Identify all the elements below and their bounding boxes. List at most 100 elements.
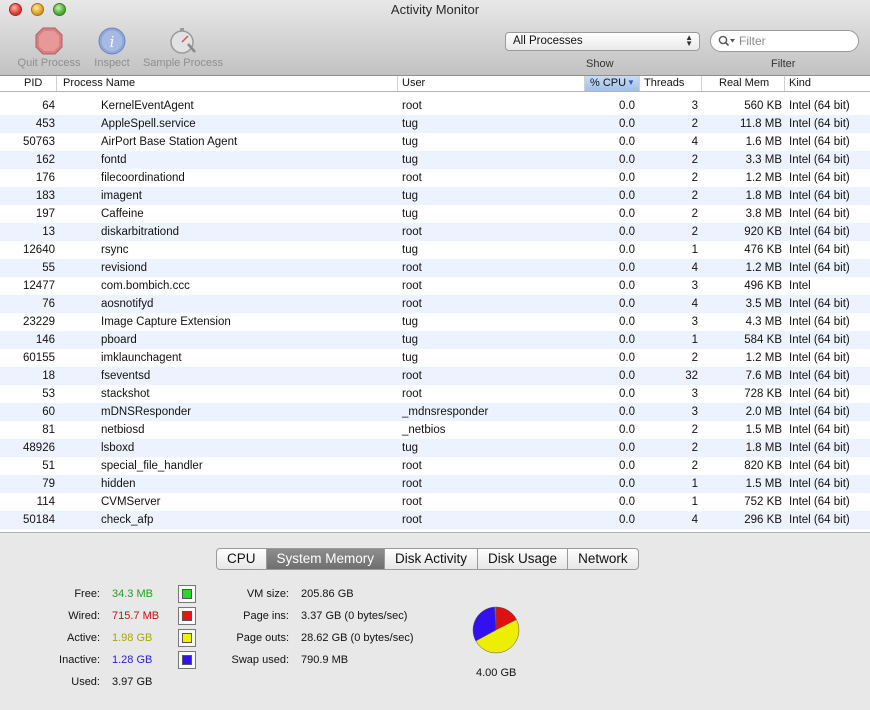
user-cell: tug — [402, 136, 418, 148]
table-row[interactable]: 146 pboard tug 0.0 1 584 KB Intel (64 bit) — [0, 331, 870, 349]
table-row[interactable]: 64 KernelEventAgent root 0.0 3 560 KB Intel (6… — [0, 97, 870, 115]
pid-cell: 13 — [42, 226, 55, 238]
table-row[interactable]: 50184 check_afp root 0.0 4 296 KB Intel (64 bi… — [0, 511, 870, 529]
table-row[interactable]: 76 aosnotifyd root 0.0 4 3.5 MB Intel (64 bit) — [0, 295, 870, 313]
cpu-cell: 0.0 — [619, 352, 635, 364]
real-mem-cell: 7.6 MB — [745, 370, 782, 382]
process-name-cell: filecoordinationd — [101, 172, 185, 184]
threads-cell: 2 — [691, 208, 698, 220]
threads-cell: 3 — [691, 280, 698, 292]
svg-text:i: i — [110, 33, 115, 51]
info-icon: i — [98, 27, 126, 55]
table-row[interactable]: 18 fseventsd root 0.0 32 7.6 MB Intel (64 bit) — [0, 367, 870, 385]
user-cell: root — [402, 262, 422, 274]
inspect-button[interactable]: i Inspect — [92, 26, 132, 69]
table-row[interactable]: 55 revisiond root 0.0 4 1.2 MB Intel (64 bit) — [0, 259, 870, 277]
table-row[interactable]: 114 CVMServer root 0.0 1 752 KB Intel (64 bit) — [0, 493, 870, 511]
free-color-chip — [182, 589, 192, 599]
inactive-color-swatch[interactable] — [178, 651, 196, 669]
kind-cell: Intel (64 bit) — [789, 136, 850, 148]
vm-size-label: VM size: — [246, 588, 289, 600]
column-header-pid[interactable]: PID — [0, 76, 57, 91]
column-header-threads[interactable]: Threads — [640, 76, 702, 91]
kind-cell: Intel (64 bit) — [789, 262, 850, 274]
vm-size-value: 205.86 GB — [301, 588, 354, 600]
process-name-cell: mDNSResponder — [101, 406, 192, 418]
cpu-cell: 0.0 — [619, 100, 635, 112]
table-row[interactable]: 48926 lsboxd tug 0.0 2 1.8 MB Intel (64 bit) — [0, 439, 870, 457]
table-row[interactable]: 162 fontd tug 0.0 2 3.3 MB Intel (64 bit) — [0, 151, 870, 169]
wired-color-swatch[interactable] — [178, 607, 196, 625]
sample-process-button[interactable]: Sample Process — [140, 26, 226, 69]
quit-process-button[interactable]: Quit Process — [14, 26, 84, 69]
table-row[interactable]: 183 imagent tug 0.0 2 1.8 MB Intel (64 bit) — [0, 187, 870, 205]
column-header-cpu[interactable]: % CPU ▼ — [585, 76, 640, 91]
real-mem-cell: 1.2 MB — [745, 172, 782, 184]
real-mem-cell: 3.5 MB — [745, 298, 782, 310]
threads-cell: 1 — [691, 334, 698, 346]
real-mem-cell: 11.8 MB — [740, 118, 782, 130]
cpu-cell: 0.0 — [619, 136, 635, 148]
cpu-cell: 0.0 — [619, 424, 635, 436]
pid-cell: 51 — [42, 460, 55, 472]
memory-pie-chart — [472, 606, 520, 654]
table-row[interactable]: 13 diskarbitrationd root 0.0 2 920 KB Intel (6… — [0, 223, 870, 241]
sample-process-label: Sample Process — [142, 57, 224, 69]
pid-cell: 12640 — [23, 244, 55, 256]
table-row[interactable]: 81 netbiosd _netbios 0.0 2 1.5 MB Intel (64 bi… — [0, 421, 870, 439]
process-filter-select[interactable]: All Processes ▲ ▼ — [505, 32, 700, 51]
user-cell: tug — [402, 352, 418, 364]
tab-disk-usage[interactable]: Disk Usage — [478, 549, 569, 569]
user-cell: tug — [402, 208, 418, 220]
table-row[interactable]: 53 stackshot root 0.0 3 728 KB Intel (64 bit) — [0, 385, 870, 403]
tab-cpu[interactable]: CPU — [217, 549, 267, 569]
sort-descending-icon: ▼ — [627, 78, 635, 87]
process-name-cell: netbiosd — [101, 424, 145, 436]
pid-cell: 18 — [42, 370, 55, 382]
table-row[interactable]: 51 special_file_handler root 0.0 2 820 KB Inte… — [0, 457, 870, 475]
table-row[interactable]: 79 hidden root 0.0 1 1.5 MB Intel (64 bit) — [0, 475, 870, 493]
window-toolbar: Activity Monitor Quit Process i Inspect … — [0, 0, 870, 76]
column-header-process-name[interactable]: Process Name — [57, 76, 398, 91]
active-value: 1.98 GB — [112, 632, 153, 644]
real-mem-cell: 1.8 MB — [745, 190, 782, 202]
cpu-cell: 0.0 — [619, 298, 635, 310]
tab-system-memory[interactable]: System Memory — [266, 549, 386, 569]
table-row[interactable]: 12640 rsync tug 0.0 1 476 KB Intel (64 bit) — [0, 241, 870, 259]
column-header-kind[interactable]: Kind — [785, 76, 870, 91]
cpu-cell: 0.0 — [619, 316, 635, 328]
cpu-cell: 0.0 — [619, 244, 635, 256]
wired-value: 715.7 MB — [112, 610, 160, 622]
real-mem-cell: 1.2 MB — [745, 262, 782, 274]
real-mem-cell: 1.8 MB — [745, 442, 782, 454]
table-row[interactable]: 12477 com.bombich.ccc root 0.0 3 496 KB Intel — [0, 277, 870, 295]
tab-network[interactable]: Network — [568, 549, 638, 569]
free-color-swatch[interactable] — [178, 585, 196, 603]
kind-cell: Intel (64 bit) — [789, 406, 850, 418]
table-row[interactable]: 176 filecoordinationd root 0.0 2 1.2 MB Intel … — [0, 169, 870, 187]
table-row[interactable]: 197 Caffeine tug 0.0 2 3.8 MB Intel (64 bit) — [0, 205, 870, 223]
process-name-cell: stackshot — [101, 388, 150, 400]
page-outs-value: 28.62 GB (0 bytes/sec) — [301, 632, 414, 644]
table-row[interactable]: 453 AppleSpell.service tug 0.0 2 11.8 MB Intel… — [0, 115, 870, 133]
real-mem-cell: 476 KB — [744, 244, 782, 256]
inactive-value: 1.28 GB — [112, 654, 153, 666]
user-cell: tug — [402, 334, 418, 346]
tab-disk-activity[interactable]: Disk Activity — [385, 549, 479, 569]
user-cell: root — [402, 388, 422, 400]
inspect-label: Inspect — [94, 57, 130, 69]
user-cell: tug — [402, 442, 418, 454]
table-row[interactable]: 60 mDNSResponder _mdnsresponder 0.0 3 2.0 MB I… — [0, 403, 870, 421]
table-row[interactable]: 60155 imklaunchagent tug 0.0 2 1.2 MB Intel (6… — [0, 349, 870, 367]
table-row[interactable]: 50763 AirPort Base Station Agent tug 0.0 4 1.… — [0, 133, 870, 151]
threads-cell: 2 — [691, 118, 698, 130]
table-row[interactable]: 23229 Image Capture Extension tug 0.0 3 4.3 M… — [0, 313, 870, 331]
column-header-user[interactable]: User — [398, 76, 585, 91]
cpu-cell: 0.0 — [619, 226, 635, 238]
user-cell: tug — [402, 190, 418, 202]
column-header-real-mem[interactable]: Real Mem — [702, 76, 785, 91]
filter-search-field[interactable]: Filter — [710, 30, 859, 52]
swap-used-label: Swap used: — [231, 654, 289, 666]
threads-cell: 3 — [691, 406, 698, 418]
active-color-swatch[interactable] — [178, 629, 196, 647]
